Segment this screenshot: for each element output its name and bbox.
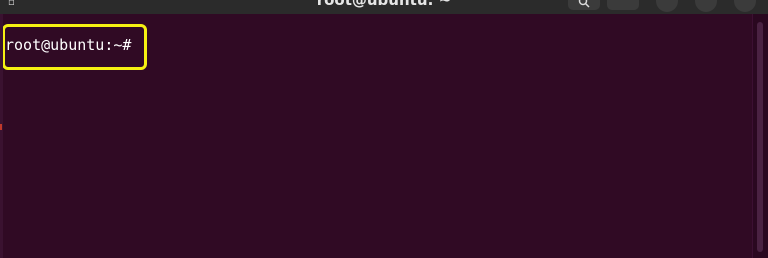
title-bar: ▫ root@ubuntu: ~ (0, 0, 768, 14)
search-icon (578, 0, 590, 8)
minimize-button[interactable] (656, 0, 678, 12)
close-button[interactable] (734, 0, 756, 12)
vertical-scrollbar[interactable] (752, 14, 768, 258)
terminal-area[interactable]: root@ubuntu:~# (0, 14, 752, 258)
search-button[interactable] (568, 0, 600, 10)
left-edge-marker (0, 124, 2, 130)
terminal-window: ▫ root@ubuntu: ~ root@ubuntu:~# (0, 0, 768, 258)
maximize-button[interactable] (695, 0, 717, 12)
shell-prompt: root@ubuntu:~# (5, 36, 132, 54)
text-cursor (131, 36, 140, 52)
window-title: root@ubuntu: ~ (316, 0, 452, 9)
hamburger-menu-button[interactable] (607, 0, 639, 10)
scrollbar-thumb[interactable] (757, 22, 763, 252)
left-border (0, 14, 3, 258)
prompt-line: root@ubuntu:~# (5, 35, 140, 55)
